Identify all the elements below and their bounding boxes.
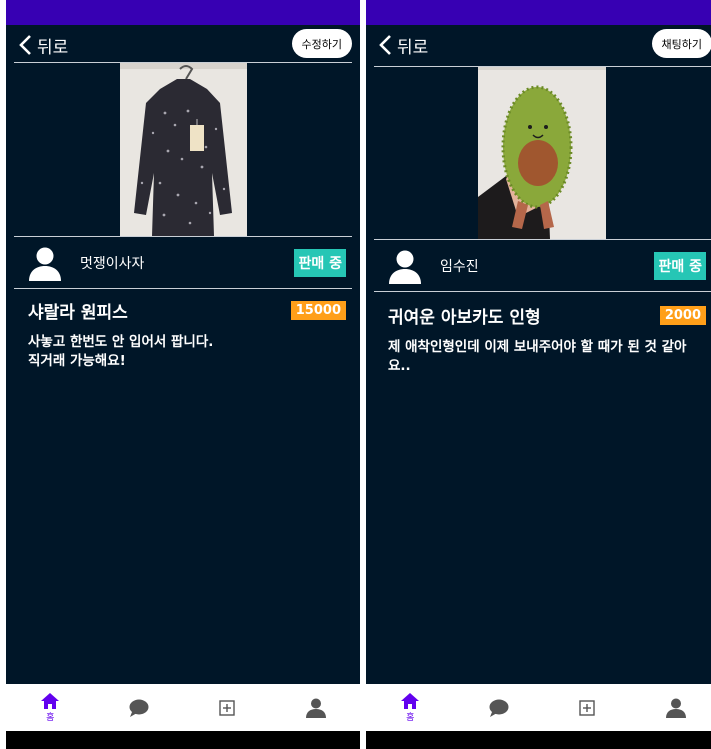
- nav-chat[interactable]: [469, 699, 529, 717]
- system-nav-bar: [6, 731, 360, 749]
- chevron-left-icon: [379, 35, 391, 55]
- back-label: 뒤로: [397, 37, 429, 58]
- status-badge: 판매 중: [294, 249, 346, 277]
- nav-profile[interactable]: [286, 698, 346, 718]
- nav-home-label: 홈: [406, 712, 415, 723]
- divider: [374, 291, 711, 292]
- nav-add[interactable]: [197, 699, 257, 716]
- nav-home[interactable]: 홈: [20, 692, 80, 723]
- product-detail-screen-right: 뒤로 채팅하기 임수진 판매 중 귀여운 아보카도 인형 2000 제 애착인형…: [366, 0, 711, 749]
- add-box-icon: [219, 699, 235, 716]
- status-bar: [6, 0, 360, 25]
- nav-chat[interactable]: [109, 699, 169, 717]
- person-icon: [305, 698, 326, 718]
- back-label: 뒤로: [37, 37, 69, 58]
- home-icon: [401, 692, 420, 709]
- status-bar: [366, 0, 711, 25]
- avatar-icon: [29, 247, 61, 281]
- chat-bubble-icon: [129, 699, 149, 717]
- item-title: 샤랄라 원피스: [28, 303, 128, 323]
- bottom-navigation: 홈: [366, 684, 711, 731]
- person-icon: [665, 698, 686, 718]
- product-photo: [478, 67, 606, 239]
- seller-name: 임수진: [440, 259, 479, 275]
- home-icon: [41, 692, 60, 709]
- product-detail-screen-left: 뒤로 수정하기 멋쟁이사자 판매 중 샤랄라 원피스 15000 사놓고 한번도…: [6, 0, 360, 749]
- nav-home[interactable]: 홈: [380, 692, 440, 723]
- seller-name: 멋쟁이사자: [80, 256, 145, 272]
- product-photo: [120, 63, 247, 236]
- chat-bubble-icon: [489, 699, 509, 717]
- status-badge: 판매 중: [654, 252, 706, 280]
- item-title: 귀여운 아보카도 인형: [388, 308, 541, 328]
- title-row: 샤랄라 원피스 15000: [28, 298, 346, 323]
- nav-home-label: 홈: [46, 712, 55, 723]
- divider: [14, 288, 352, 289]
- divider: [14, 236, 352, 237]
- price-badge: 15000: [290, 301, 346, 320]
- item-description: 제 애착인형인데 이제 보내주어야 할 때가 된 것 같아 요..: [388, 339, 687, 374]
- chat-button[interactable]: 채팅하기: [651, 29, 711, 58]
- seller-row: 멋쟁이사자 판매 중: [26, 241, 346, 285]
- system-nav-bar: [366, 731, 711, 749]
- bottom-navigation: 홈: [6, 684, 360, 731]
- seller-row: 임수진 판매 중: [386, 244, 706, 288]
- item-description: 사놓고 한번도 안 입어서 팝니다. 직거래 가능해요!: [28, 334, 214, 369]
- nav-profile[interactable]: [646, 698, 706, 718]
- back-button[interactable]: 뒤로: [18, 32, 68, 58]
- add-box-icon: [579, 699, 595, 716]
- back-button[interactable]: 뒤로: [378, 32, 428, 58]
- price-badge: 2000: [659, 306, 706, 325]
- nav-add[interactable]: [557, 699, 617, 716]
- title-row: 귀여운 아보카도 인형 2000: [388, 303, 706, 328]
- chevron-left-icon: [19, 35, 31, 55]
- divider: [374, 239, 711, 240]
- avatar-icon: [389, 250, 421, 284]
- edit-button[interactable]: 수정하기: [291, 29, 352, 58]
